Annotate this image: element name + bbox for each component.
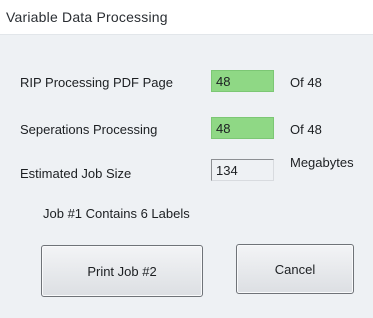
- window-title: Variable Data Processing: [6, 9, 168, 25]
- dialog-window: Variable Data Processing RIP Processing …: [0, 0, 373, 318]
- cancel-button[interactable]: Cancel: [236, 244, 354, 294]
- separations-processing-field: 48: [211, 117, 274, 139]
- rip-processing-label: RIP Processing PDF Page: [20, 75, 173, 90]
- job-size-unit: Megabytes: [290, 155, 354, 170]
- separations-processing-total: Of 48: [290, 122, 322, 137]
- print-job-button[interactable]: Print Job #2: [41, 245, 203, 297]
- rip-processing-field: 48: [211, 70, 274, 92]
- title-bar[interactable]: Variable Data Processing: [0, 0, 373, 34]
- job-size-label: Estimated Job Size: [20, 166, 132, 181]
- dialog-body: RIP Processing PDF Page 48 Of 48 Seperat…: [0, 34, 373, 318]
- job-info-text: Job #1 Contains 6 Labels: [43, 206, 190, 221]
- rip-processing-total: Of 48: [290, 75, 322, 90]
- job-size-field: 134: [211, 159, 274, 181]
- separations-processing-label: Seperations Processing: [20, 122, 158, 137]
